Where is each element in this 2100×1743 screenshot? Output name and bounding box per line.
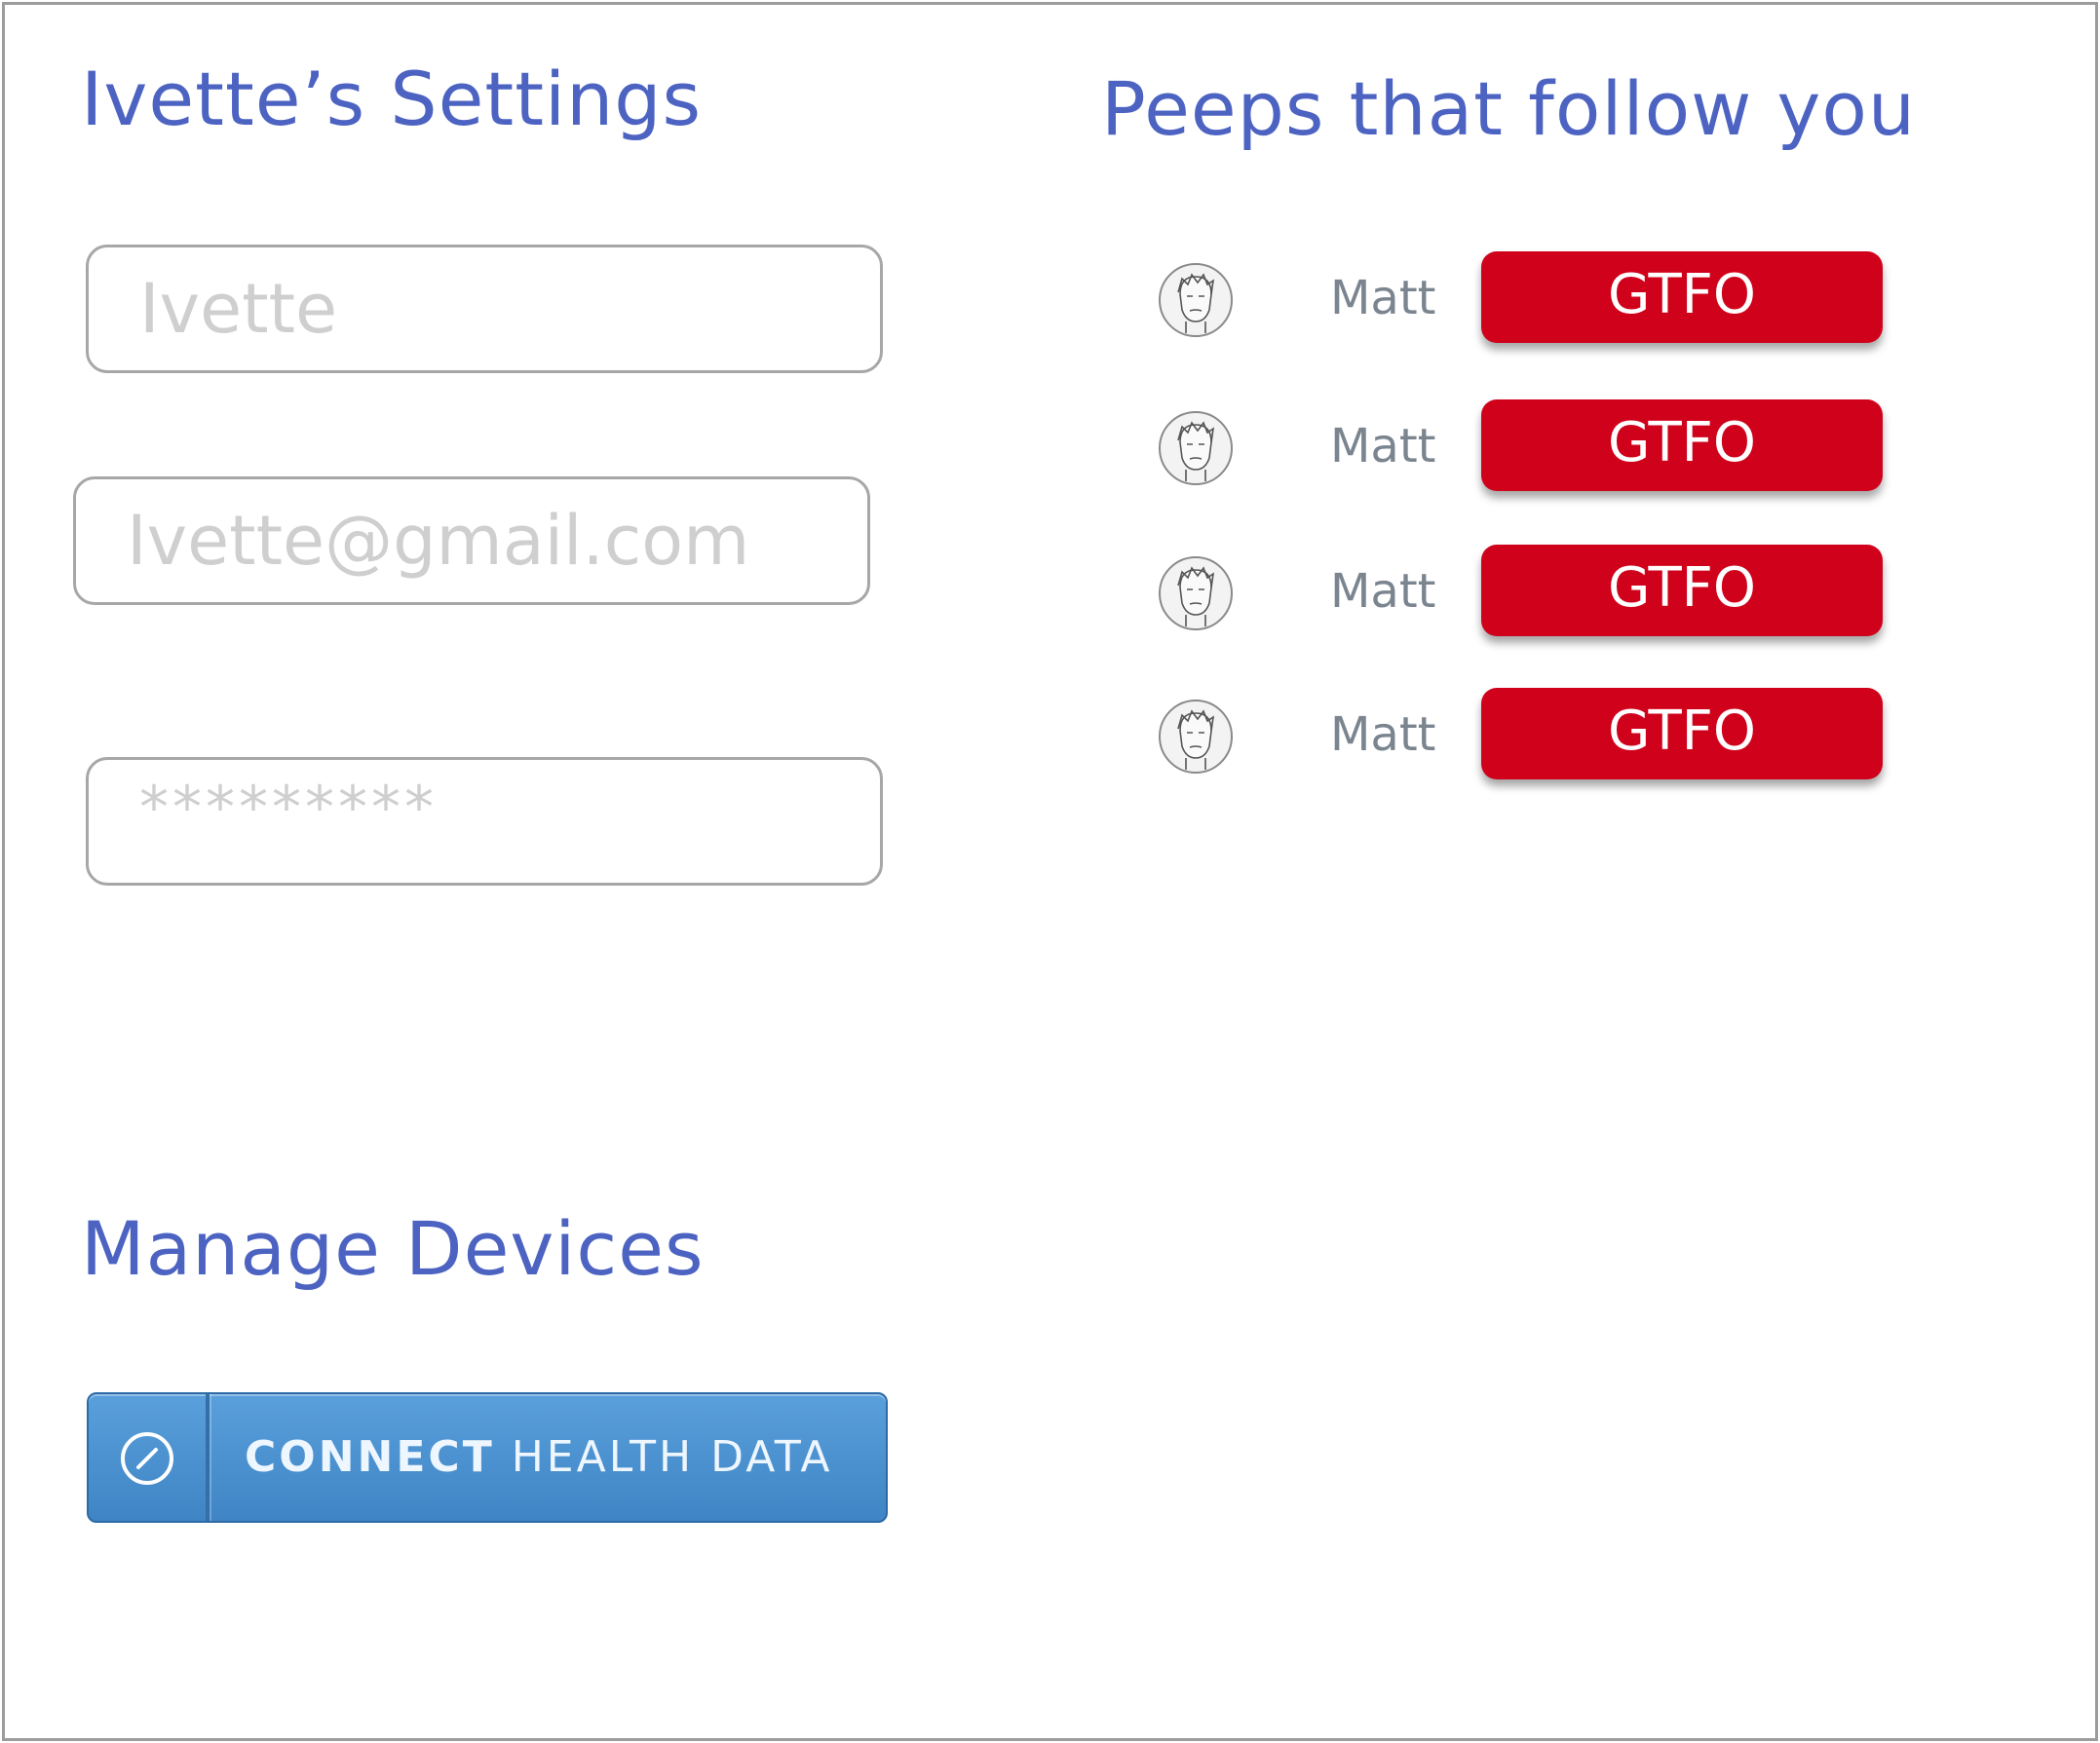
- follower-name: Matt: [1330, 707, 1436, 762]
- avatar: [1159, 263, 1233, 337]
- settings-title: Ivette’s Settings: [81, 56, 703, 142]
- avatar: [1159, 700, 1233, 774]
- manage-devices-title: Manage Devices: [81, 1205, 705, 1292]
- avatar: [1159, 411, 1233, 485]
- connect-label-strong: CONNECT: [245, 1432, 495, 1482]
- compass-slash-icon: [121, 1432, 173, 1485]
- follower-name: Matt: [1330, 419, 1436, 474]
- email-field[interactable]: [73, 476, 870, 605]
- gtfo-button[interactable]: GTFO: [1481, 251, 1883, 343]
- follower-name: Matt: [1330, 564, 1436, 619]
- name-field[interactable]: [86, 245, 883, 373]
- follower-row: Matt GTFO: [1155, 251, 1895, 349]
- email-input[interactable]: [127, 479, 848, 602]
- connect-health-data-button[interactable]: CONNECT HEALTH DATA: [87, 1392, 888, 1523]
- gtfo-button[interactable]: GTFO: [1481, 545, 1883, 636]
- connect-label-rest: HEALTH DATA: [494, 1432, 833, 1482]
- avatar: [1159, 556, 1233, 630]
- password-input[interactable]: [139, 746, 860, 869]
- follower-row: Matt GTFO: [1155, 399, 1895, 497]
- follower-row: Matt GTFO: [1155, 545, 1895, 642]
- settings-page: Ivette’s Settings Manage Devices CONNECT…: [2, 2, 2098, 1741]
- follower-name: Matt: [1330, 271, 1436, 325]
- gtfo-button[interactable]: GTFO: [1481, 688, 1883, 779]
- password-field[interactable]: [86, 746, 883, 886]
- button-divider: [206, 1394, 210, 1521]
- connect-button-label: CONNECT HEALTH DATA: [245, 1394, 832, 1521]
- gtfo-button[interactable]: GTFO: [1481, 399, 1883, 491]
- followers-title: Peeps that follow you: [1101, 65, 1917, 152]
- follower-row: Matt GTFO: [1155, 688, 1895, 785]
- name-input[interactable]: [139, 247, 860, 370]
